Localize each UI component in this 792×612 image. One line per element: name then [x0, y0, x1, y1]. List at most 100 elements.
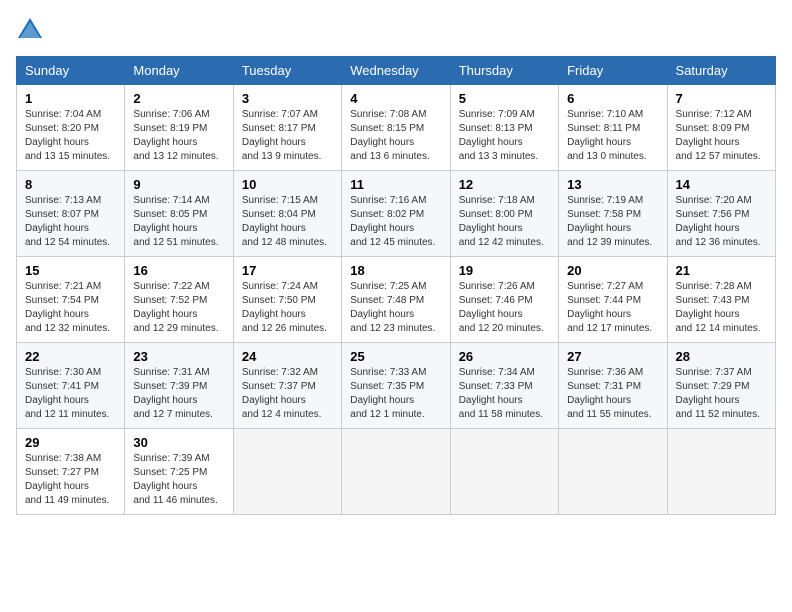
day-number: 17	[242, 263, 333, 278]
day-number: 2	[133, 91, 224, 106]
day-info: Sunrise: 7:38 AMSunset: 7:27 PMDaylight …	[25, 453, 109, 506]
day-info: Sunrise: 7:10 AMSunset: 8:11 PMDaylight …	[567, 109, 647, 162]
calendar-cell: 10 Sunrise: 7:15 AMSunset: 8:04 PMDaylig…	[233, 171, 341, 257]
weekday-header-thursday: Thursday	[450, 57, 558, 85]
day-number: 27	[567, 349, 658, 364]
weekday-header-tuesday: Tuesday	[233, 57, 341, 85]
calendar-cell: 19 Sunrise: 7:26 AMSunset: 7:46 PMDaylig…	[450, 257, 558, 343]
day-number: 22	[25, 349, 116, 364]
calendar-cell: 16 Sunrise: 7:22 AMSunset: 7:52 PMDaylig…	[125, 257, 233, 343]
calendar-cell: 14 Sunrise: 7:20 AMSunset: 7:56 PMDaylig…	[667, 171, 775, 257]
calendar-cell: 26 Sunrise: 7:34 AMSunset: 7:33 PMDaylig…	[450, 343, 558, 429]
calendar-cell	[667, 429, 775, 515]
calendar-cell: 17 Sunrise: 7:24 AMSunset: 7:50 PMDaylig…	[233, 257, 341, 343]
day-number: 7	[676, 91, 767, 106]
day-info: Sunrise: 7:12 AMSunset: 8:09 PMDaylight …	[676, 109, 761, 162]
calendar-cell: 3 Sunrise: 7:07 AMSunset: 8:17 PMDayligh…	[233, 85, 341, 171]
day-number: 24	[242, 349, 333, 364]
calendar-cell: 7 Sunrise: 7:12 AMSunset: 8:09 PMDayligh…	[667, 85, 775, 171]
day-info: Sunrise: 7:27 AMSunset: 7:44 PMDaylight …	[567, 281, 652, 334]
weekday-header-monday: Monday	[125, 57, 233, 85]
page-header	[16, 16, 776, 44]
day-info: Sunrise: 7:16 AMSunset: 8:02 PMDaylight …	[350, 195, 435, 248]
day-info: Sunrise: 7:39 AMSunset: 7:25 PMDaylight …	[133, 453, 217, 506]
calendar-cell	[450, 429, 558, 515]
calendar-cell: 13 Sunrise: 7:19 AMSunset: 7:58 PMDaylig…	[559, 171, 667, 257]
calendar-cell	[559, 429, 667, 515]
calendar-cell: 1 Sunrise: 7:04 AMSunset: 8:20 PMDayligh…	[17, 85, 125, 171]
day-number: 28	[676, 349, 767, 364]
day-number: 18	[350, 263, 441, 278]
calendar-cell: 24 Sunrise: 7:32 AMSunset: 7:37 PMDaylig…	[233, 343, 341, 429]
weekday-header-saturday: Saturday	[667, 57, 775, 85]
day-info: Sunrise: 7:36 AMSunset: 7:31 PMDaylight …	[567, 367, 651, 420]
day-number: 10	[242, 177, 333, 192]
calendar-cell	[233, 429, 341, 515]
day-info: Sunrise: 7:14 AMSunset: 8:05 PMDaylight …	[133, 195, 218, 248]
day-number: 26	[459, 349, 550, 364]
day-number: 16	[133, 263, 224, 278]
day-info: Sunrise: 7:13 AMSunset: 8:07 PMDaylight …	[25, 195, 110, 248]
calendar-cell: 25 Sunrise: 7:33 AMSunset: 7:35 PMDaylig…	[342, 343, 450, 429]
calendar-cell: 30 Sunrise: 7:39 AMSunset: 7:25 PMDaylig…	[125, 429, 233, 515]
calendar-cell: 29 Sunrise: 7:38 AMSunset: 7:27 PMDaylig…	[17, 429, 125, 515]
day-number: 3	[242, 91, 333, 106]
calendar-cell: 18 Sunrise: 7:25 AMSunset: 7:48 PMDaylig…	[342, 257, 450, 343]
calendar-cell: 23 Sunrise: 7:31 AMSunset: 7:39 PMDaylig…	[125, 343, 233, 429]
calendar-cell: 20 Sunrise: 7:27 AMSunset: 7:44 PMDaylig…	[559, 257, 667, 343]
day-info: Sunrise: 7:31 AMSunset: 7:39 PMDaylight …	[133, 367, 213, 420]
day-info: Sunrise: 7:08 AMSunset: 8:15 PMDaylight …	[350, 109, 430, 162]
calendar-cell: 9 Sunrise: 7:14 AMSunset: 8:05 PMDayligh…	[125, 171, 233, 257]
calendar-cell: 21 Sunrise: 7:28 AMSunset: 7:43 PMDaylig…	[667, 257, 775, 343]
calendar-week-4: 22 Sunrise: 7:30 AMSunset: 7:41 PMDaylig…	[17, 343, 776, 429]
calendar-cell: 28 Sunrise: 7:37 AMSunset: 7:29 PMDaylig…	[667, 343, 775, 429]
day-number: 1	[25, 91, 116, 106]
day-number: 4	[350, 91, 441, 106]
calendar-cell: 5 Sunrise: 7:09 AMSunset: 8:13 PMDayligh…	[450, 85, 558, 171]
weekday-header-wednesday: Wednesday	[342, 57, 450, 85]
calendar-week-2: 8 Sunrise: 7:13 AMSunset: 8:07 PMDayligh…	[17, 171, 776, 257]
calendar-cell: 15 Sunrise: 7:21 AMSunset: 7:54 PMDaylig…	[17, 257, 125, 343]
day-info: Sunrise: 7:26 AMSunset: 7:46 PMDaylight …	[459, 281, 544, 334]
day-number: 5	[459, 91, 550, 106]
day-number: 25	[350, 349, 441, 364]
day-number: 6	[567, 91, 658, 106]
weekday-header-friday: Friday	[559, 57, 667, 85]
logo	[16, 16, 48, 44]
calendar-cell: 6 Sunrise: 7:10 AMSunset: 8:11 PMDayligh…	[559, 85, 667, 171]
calendar-week-1: 1 Sunrise: 7:04 AMSunset: 8:20 PMDayligh…	[17, 85, 776, 171]
day-number: 8	[25, 177, 116, 192]
weekday-header-sunday: Sunday	[17, 57, 125, 85]
day-info: Sunrise: 7:06 AMSunset: 8:19 PMDaylight …	[133, 109, 218, 162]
day-info: Sunrise: 7:25 AMSunset: 7:48 PMDaylight …	[350, 281, 435, 334]
day-number: 9	[133, 177, 224, 192]
day-info: Sunrise: 7:18 AMSunset: 8:00 PMDaylight …	[459, 195, 544, 248]
day-info: Sunrise: 7:30 AMSunset: 7:41 PMDaylight …	[25, 367, 109, 420]
day-info: Sunrise: 7:09 AMSunset: 8:13 PMDaylight …	[459, 109, 539, 162]
day-number: 15	[25, 263, 116, 278]
calendar-cell: 2 Sunrise: 7:06 AMSunset: 8:19 PMDayligh…	[125, 85, 233, 171]
day-number: 21	[676, 263, 767, 278]
calendar-cell	[342, 429, 450, 515]
calendar-cell: 8 Sunrise: 7:13 AMSunset: 8:07 PMDayligh…	[17, 171, 125, 257]
day-info: Sunrise: 7:24 AMSunset: 7:50 PMDaylight …	[242, 281, 327, 334]
day-number: 14	[676, 177, 767, 192]
day-info: Sunrise: 7:15 AMSunset: 8:04 PMDaylight …	[242, 195, 327, 248]
logo-icon	[16, 16, 44, 44]
calendar-cell: 12 Sunrise: 7:18 AMSunset: 8:00 PMDaylig…	[450, 171, 558, 257]
day-info: Sunrise: 7:32 AMSunset: 7:37 PMDaylight …	[242, 367, 322, 420]
day-info: Sunrise: 7:37 AMSunset: 7:29 PMDaylight …	[676, 367, 760, 420]
day-info: Sunrise: 7:20 AMSunset: 7:56 PMDaylight …	[676, 195, 761, 248]
day-number: 13	[567, 177, 658, 192]
calendar-cell: 4 Sunrise: 7:08 AMSunset: 8:15 PMDayligh…	[342, 85, 450, 171]
day-number: 30	[133, 435, 224, 450]
day-info: Sunrise: 7:34 AMSunset: 7:33 PMDaylight …	[459, 367, 543, 420]
day-info: Sunrise: 7:19 AMSunset: 7:58 PMDaylight …	[567, 195, 652, 248]
calendar-table: SundayMondayTuesdayWednesdayThursdayFrid…	[16, 56, 776, 515]
calendar-cell: 11 Sunrise: 7:16 AMSunset: 8:02 PMDaylig…	[342, 171, 450, 257]
day-info: Sunrise: 7:21 AMSunset: 7:54 PMDaylight …	[25, 281, 110, 334]
day-info: Sunrise: 7:28 AMSunset: 7:43 PMDaylight …	[676, 281, 761, 334]
calendar-cell: 27 Sunrise: 7:36 AMSunset: 7:31 PMDaylig…	[559, 343, 667, 429]
calendar-week-5: 29 Sunrise: 7:38 AMSunset: 7:27 PMDaylig…	[17, 429, 776, 515]
calendar-cell: 22 Sunrise: 7:30 AMSunset: 7:41 PMDaylig…	[17, 343, 125, 429]
